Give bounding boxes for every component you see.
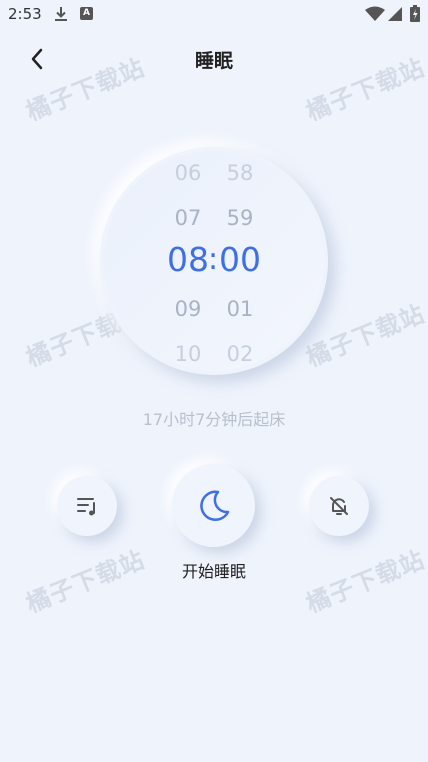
minute-option[interactable]: 58 — [215, 161, 265, 185]
status-bar: 2:53 A — [0, 0, 428, 30]
battery-icon — [410, 5, 420, 22]
hour-option[interactable]: 07 — [163, 206, 213, 230]
bell-off-icon — [330, 497, 348, 515]
start-sleep-button[interactable] — [172, 464, 255, 547]
hour-option[interactable]: 09 — [163, 297, 213, 321]
hour-option[interactable]: 06 — [163, 161, 213, 185]
app-badge-icon: A — [80, 7, 93, 20]
moon-icon — [199, 490, 229, 521]
minute-option[interactable]: 01 — [215, 297, 265, 321]
wake-time-info: 17小时7分钟后起床 — [142, 410, 286, 429]
minute-option[interactable]: 59 — [215, 206, 265, 230]
playlist-button[interactable] — [57, 476, 117, 536]
watermark: 橘子下载站 — [302, 299, 428, 373]
download-icon — [55, 7, 67, 21]
time-separator: : — [208, 242, 219, 277]
minute-option[interactable]: 02 — [215, 342, 265, 366]
signal-icon — [388, 7, 402, 21]
playlist-music-icon — [77, 498, 95, 516]
hour-option[interactable]: 10 — [163, 342, 213, 366]
minute-selected[interactable]: 00 — [215, 240, 265, 279]
start-sleep-label: 开始睡眠 — [181, 562, 246, 581]
hour-selected[interactable]: 08 — [163, 240, 213, 279]
alarm-off-button[interactable] — [309, 476, 369, 536]
wifi-icon — [365, 6, 385, 21]
status-time: 2:53 — [8, 5, 42, 23]
